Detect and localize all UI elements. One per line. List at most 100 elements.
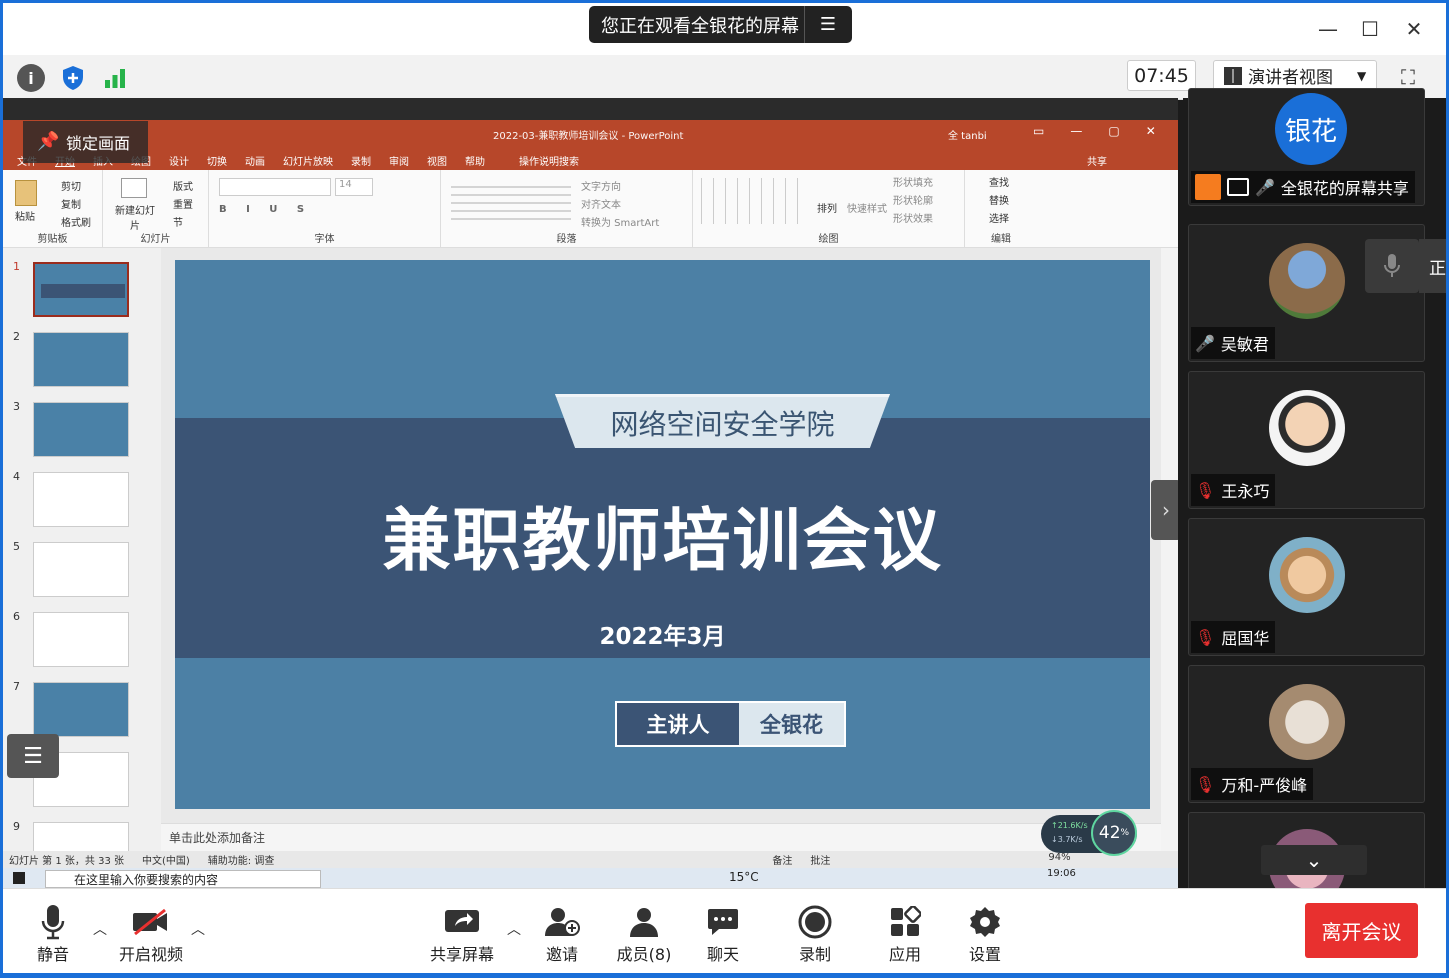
slide-thumbnail[interactable]	[33, 472, 129, 527]
lock-screen-button[interactable]: 📌 锁定画面	[23, 121, 148, 163]
smartart-button[interactable]: 转换为 SmartArt	[581, 214, 659, 229]
apps-label: 应用	[888, 945, 921, 964]
chat-label: 聊天	[706, 945, 739, 964]
arrange-button[interactable]: 排列	[817, 200, 837, 215]
chevron-down-icon[interactable]: ⌄	[1261, 845, 1367, 875]
ribbon-group-font: 14 B I U S 字体	[209, 170, 441, 248]
taskbar-search[interactable]: 在这里输入你要搜索的内容	[45, 870, 321, 888]
chevron-right-icon[interactable]: ›	[1151, 480, 1178, 540]
select-button[interactable]: 选择	[989, 210, 1009, 225]
comments-toggle[interactable]: 批注	[810, 852, 830, 867]
windows-start-icon[interactable]	[13, 872, 25, 884]
slide-thumbnail[interactable]	[33, 682, 129, 737]
ppt-tab[interactable]: 切换	[207, 153, 227, 168]
participant-tile[interactable]: 🎙 万和-严俊峰	[1188, 665, 1425, 803]
paste-button[interactable]: 粘贴	[15, 208, 35, 223]
shield-icon[interactable]	[59, 64, 87, 92]
share-screen-button[interactable]: 共享屏幕	[427, 899, 497, 965]
ppt-tab[interactable]: 视图	[427, 153, 447, 168]
list-menu-icon[interactable]: ☰	[7, 734, 59, 778]
video-button[interactable]: 开启视频	[111, 899, 191, 965]
mute-button[interactable]: 静音	[31, 899, 75, 965]
members-button[interactable]: 成员(8)	[612, 899, 676, 965]
ppt-tab[interactable]: 录制	[351, 153, 371, 168]
ppt-tab[interactable]: 设计	[169, 153, 189, 168]
layout-button[interactable]: 版式	[173, 178, 193, 193]
ppt-document-title: 2022-03-兼职教师培训会议 - PowerPoint	[493, 131, 684, 142]
chevron-up-icon[interactable]: ︿	[507, 919, 521, 939]
record-button[interactable]: 录制	[795, 899, 835, 965]
ppt-ribbon-tabs: 文件 开始 插入 绘图 设计 切换 动画 幻灯片放映 录制 审阅 视图 帮助 操…	[17, 153, 1107, 168]
cut-button[interactable]: 剪切	[61, 178, 81, 193]
notes-pane[interactable]: 单击此处添加备注	[161, 823, 1161, 851]
participant-tile[interactable]: 银花 🎤 全银花的屏幕共享	[1188, 88, 1425, 206]
slide-thumbnail[interactable]	[33, 262, 129, 317]
shape-outline-button[interactable]: 形状轮廓	[893, 192, 933, 207]
copy-button[interactable]: 复制	[61, 196, 81, 211]
slide-thumbnail[interactable]	[33, 332, 129, 387]
view-mode-label: 演讲者视图	[1248, 68, 1333, 88]
section-button[interactable]: 节	[173, 214, 183, 229]
slide-thumbnail[interactable]	[33, 822, 129, 852]
cpu-percent-value: 42	[1098, 823, 1121, 843]
ribbon-group-label: 段落	[556, 234, 577, 245]
notes-toggle[interactable]: 备注	[772, 852, 792, 867]
members-label: 成员(8)	[616, 945, 672, 964]
ppt-tab[interactable]: 幻灯片放映	[283, 153, 333, 168]
speaker-label: 主讲人	[617, 703, 739, 745]
font-size-select[interactable]: 14	[335, 178, 373, 196]
ppt-share[interactable]: 共享	[1087, 153, 1107, 168]
chevron-up-icon[interactable]: ︿	[191, 919, 205, 939]
ppt-tab[interactable]: 审阅	[389, 153, 409, 168]
align-text-button[interactable]: 对齐文本	[581, 196, 621, 211]
mic-muted-icon: 🎙	[1195, 480, 1216, 500]
participant-tile[interactable]: 🎙 王永巧	[1188, 371, 1425, 509]
chat-button[interactable]: 聊天	[703, 899, 743, 965]
font-format-buttons[interactable]: B I U S	[219, 204, 312, 215]
text-direction-button[interactable]: 文字方向	[581, 178, 621, 193]
view-mode-dropdown[interactable]: 演讲者视图 ▼	[1213, 60, 1377, 91]
zoom-level[interactable]: 94%	[1048, 852, 1070, 867]
slide-number: 5	[13, 540, 20, 553]
menu-icon[interactable]: ☰	[804, 6, 851, 43]
quick-styles-button[interactable]: 快速样式	[847, 200, 887, 215]
shape-effects-button[interactable]: 形状效果	[893, 210, 933, 225]
slide-thumbnail[interactable]	[33, 542, 129, 597]
ppt-tab[interactable]: 动画	[245, 153, 265, 168]
chevron-up-icon[interactable]: ︿	[93, 919, 107, 939]
ribbon-group-label: 绘图	[818, 234, 839, 245]
invite-button[interactable]: 邀请	[539, 899, 585, 965]
ppt-tab[interactable]: 帮助	[465, 153, 485, 168]
format-painter-button[interactable]: 格式刷	[61, 214, 91, 229]
replace-button[interactable]: 替换	[989, 192, 1009, 207]
minimize-icon[interactable]: —	[1306, 13, 1350, 45]
leave-meeting-button[interactable]: 离开会议	[1305, 903, 1418, 958]
info-icon[interactable]: i	[17, 64, 45, 92]
speaker-name: 全银花	[739, 703, 844, 745]
paragraph-buttons[interactable]	[451, 180, 571, 220]
reset-button[interactable]: 重置	[173, 196, 193, 211]
settings-button[interactable]: 设置	[965, 899, 1005, 965]
cpu-percent: 42%	[1091, 810, 1137, 856]
network-speed-widget: ↑21.6K/s ↓3.7K/s 42%	[1041, 810, 1137, 856]
new-slide-button[interactable]: 新建幻灯片	[113, 202, 157, 232]
shapes-gallery[interactable]	[701, 178, 801, 224]
slide-thumbnail[interactable]	[33, 612, 129, 667]
current-slide[interactable]: 网络空间安全学院 兼职教师培训会议 2022年3月 主讲人 全银花	[175, 260, 1150, 809]
close-icon[interactable]: ✕	[1392, 13, 1436, 45]
ppt-tell-me[interactable]: 操作说明搜索	[519, 153, 579, 168]
participant-tile[interactable]: 🎙 屈国华	[1188, 518, 1425, 656]
avatar: 银花	[1275, 93, 1347, 165]
slide-thumbnail[interactable]	[33, 402, 129, 457]
maximize-icon[interactable]: ☐	[1348, 13, 1392, 45]
ppt-user: 全 tanbi	[948, 131, 987, 142]
signal-icon[interactable]	[101, 64, 129, 92]
screen-share-icon	[1227, 178, 1249, 196]
font-name-select[interactable]	[219, 178, 331, 196]
find-button[interactable]: 查找	[989, 174, 1009, 189]
apps-button[interactable]: 应用	[885, 899, 925, 965]
chevron-down-icon: ▼	[1357, 68, 1367, 83]
shape-fill-button[interactable]: 形状填充	[893, 174, 933, 189]
gear-icon	[969, 903, 1001, 941]
share-screen-label: 共享屏幕	[429, 945, 494, 964]
